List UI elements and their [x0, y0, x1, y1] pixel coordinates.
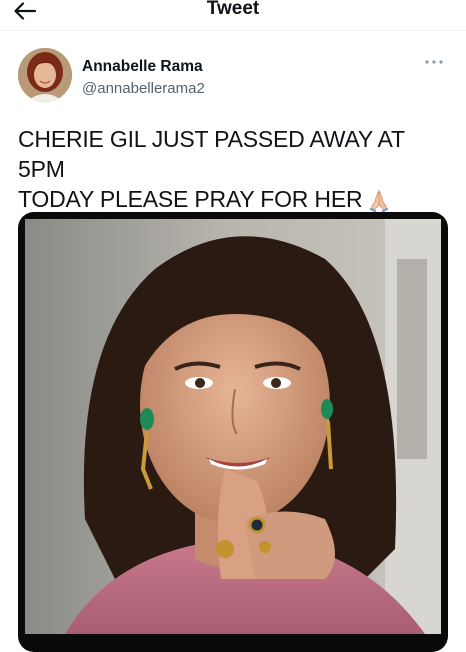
back-button[interactable]: [12, 0, 38, 24]
tweet-media[interactable]: [18, 212, 448, 652]
tweet-author: Annabelle Rama @annabellerama2: [18, 48, 448, 104]
header-divider: [0, 30, 466, 31]
more-button[interactable]: [422, 54, 446, 70]
tweet-text: CHERIE GIL JUST PASSED AWAY AT 5PM TODAY…: [18, 124, 448, 219]
author-handle[interactable]: @annabellerama2: [82, 80, 205, 97]
author-name[interactable]: Annabelle Rama: [82, 58, 203, 76]
avatar[interactable]: [18, 48, 72, 102]
top-bar: Tweet: [0, 0, 466, 24]
tweet-photo: [25, 219, 441, 634]
tweet-text-line-1: CHERIE GIL JUST PASSED AWAY AT 5PM: [18, 126, 405, 182]
avatar-image: [18, 48, 72, 102]
more-horizontal-icon: [425, 60, 443, 64]
tweet-text-line-2-text: TODAY PLEASE PRAY FOR HER: [18, 186, 363, 212]
arrow-left-icon: [14, 2, 36, 20]
page-title: Tweet: [206, 0, 260, 19]
